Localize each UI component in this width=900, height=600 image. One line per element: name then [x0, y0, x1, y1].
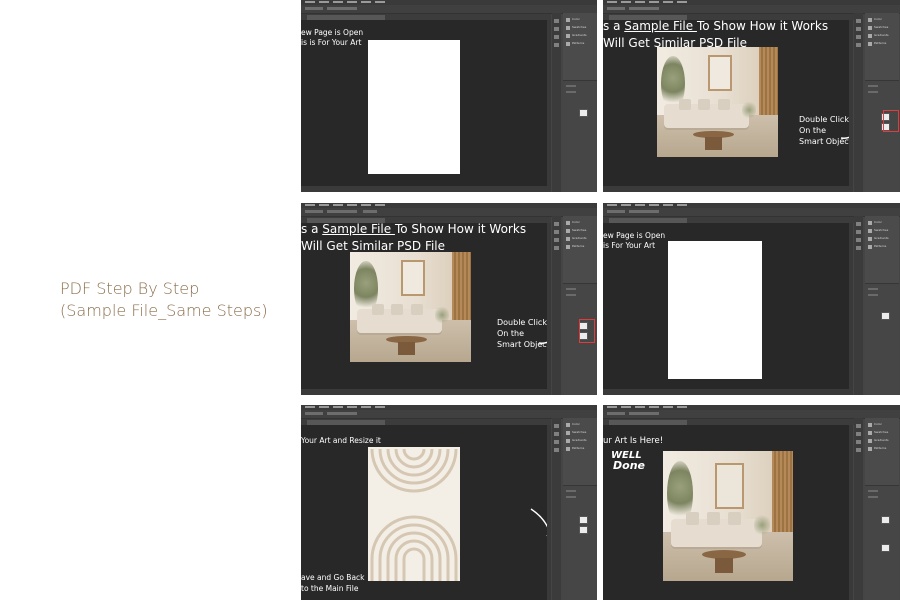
room-mockup-image[interactable]: [350, 252, 471, 362]
step-1-caption-2: is is For Your Art: [301, 38, 362, 47]
gradients-panel-icon: [566, 34, 570, 38]
step-2-heading-line-1: s a Sample File To Show How it Works: [603, 20, 829, 33]
swatches-panel-icon: [566, 26, 570, 30]
color-panel-icon: [566, 18, 570, 22]
page-title: PDF Step By Step (Sample File_Same Steps…: [60, 278, 290, 322]
color-panel-icon: [868, 221, 872, 225]
gradients-panel-icon: [868, 439, 872, 443]
step-4-caption-1: ew Page is Open: [603, 231, 666, 240]
step-4-screenshot: ew Page is Open is For Your Art Color Sw…: [603, 203, 900, 395]
patterns-panel-icon: [566, 42, 570, 46]
panel-icon-strip: [552, 13, 561, 192]
arch-art-image[interactable]: [368, 447, 460, 581]
status-bar: [301, 186, 551, 192]
blank-art-page: [368, 40, 460, 174]
patterns-panel-icon: [868, 447, 872, 451]
step-6-caption-top: ur Art Is Here!: [603, 436, 664, 446]
status-bar: [301, 389, 551, 395]
smart-object-highlight: [579, 319, 595, 343]
step-4-caption-2: is For Your Art: [603, 241, 656, 250]
panel-icon-strip: [854, 216, 863, 395]
step-5-caption-bottom-2: to the Main File: [301, 584, 359, 593]
layer-thumbnail[interactable]: [579, 516, 588, 524]
smart-object-highlight: [883, 110, 899, 132]
status-bar: [603, 186, 853, 192]
step-1-caption-1: ew Page is Open: [301, 28, 364, 37]
status-bar: [603, 389, 853, 395]
gradients-panel-icon: [868, 237, 872, 241]
gradients-panel-icon: [566, 439, 570, 443]
layer-thumbnail[interactable]: [579, 109, 588, 117]
swatches-panel-icon: [868, 26, 872, 30]
layers-panel: [865, 283, 899, 395]
vertical-scrollbar[interactable]: [547, 223, 551, 389]
canvas-area[interactable]: ur Art Is Here! WELL Done: [603, 425, 849, 600]
canvas-area[interactable]: ew Page is Open is is For Your Art: [301, 20, 547, 186]
room-mockup-image[interactable]: [657, 47, 778, 157]
canvas-area[interactable]: s a Sample File To Show How it Works Wil…: [301, 223, 547, 389]
swatches-panel-icon: [566, 229, 570, 233]
vertical-scrollbar[interactable]: [849, 425, 853, 600]
step-5-caption-top: Your Art and Resize it: [301, 436, 381, 445]
canvas-area[interactable]: ew Page is Open is For Your Art: [603, 223, 849, 389]
step-2-screenshot: s a Sample File To Show How it Works Wil…: [603, 0, 900, 192]
panel-icon-strip: [552, 216, 561, 395]
gradients-panel-icon: [868, 34, 872, 38]
curved-arrow-icon: [840, 136, 849, 139]
swatches-panel-icon: [868, 431, 872, 435]
layer-thumbnail[interactable]: [881, 516, 890, 524]
step-6-screenshot: ur Art Is Here! WELL Done Color Swatches…: [603, 405, 900, 600]
vertical-scrollbar[interactable]: [849, 223, 853, 389]
title-line-2: (Sample File_Same Steps): [60, 301, 268, 320]
layer-thumbnail[interactable]: [881, 312, 890, 320]
layer-thumbnail[interactable]: [579, 526, 588, 534]
gradients-panel-icon: [566, 237, 570, 241]
canvas-area[interactable]: s a Sample File To Show How it Works Wil…: [603, 20, 849, 186]
well-done-word-2: Done: [613, 459, 645, 472]
panel-icon-strip: [552, 418, 561, 600]
patterns-panel-icon: [566, 245, 570, 249]
color-panel-icon: [868, 18, 872, 22]
panel-icon-strip: [854, 13, 863, 192]
step-5-screenshot: Your Art and Resize it ave and Go Back t…: [301, 405, 597, 600]
layer-thumbnail[interactable]: [881, 544, 890, 552]
swatches-panel-icon: [566, 431, 570, 435]
panel-icon-strip: [854, 418, 863, 600]
color-panel-icon: [566, 423, 570, 427]
vertical-scrollbar[interactable]: [547, 425, 551, 600]
swatches-panel-icon: [868, 229, 872, 233]
vertical-scrollbar[interactable]: [547, 20, 551, 186]
step-5-caption-bottom-1: ave and Go Back: [301, 573, 365, 582]
well-done-badge: WELL Done: [611, 451, 645, 472]
step-1-screenshot: ew Page is Open is is For Your Art Color…: [301, 0, 597, 192]
color-panel-icon: [566, 221, 570, 225]
patterns-panel-icon: [566, 447, 570, 451]
canvas-area[interactable]: Your Art and Resize it ave and Go Back t…: [301, 425, 547, 600]
hint-on-the: On the: [497, 329, 525, 338]
layers-panel: [563, 80, 597, 192]
title-line-1: PDF Step By Step: [60, 279, 200, 298]
curved-arrow-icon: [538, 341, 547, 344]
curved-arrow-icon: [530, 508, 547, 537]
patterns-panel-icon: [868, 42, 872, 46]
sample-file-link[interactable]: Sample File: [624, 20, 697, 33]
step-3-heading-line-1: s a Sample File To Show How it Works: [301, 223, 527, 236]
blank-art-page: [668, 241, 762, 379]
sample-file-link[interactable]: Sample File: [322, 223, 395, 236]
color-panel-icon: [868, 423, 872, 427]
layers-panel: [865, 80, 899, 192]
room-mockup-with-art[interactable]: [663, 451, 793, 581]
layers-panel: [865, 485, 899, 600]
hint-on-the: On the: [799, 126, 827, 135]
vertical-scrollbar[interactable]: [849, 20, 853, 186]
layers-panel: [563, 485, 597, 600]
step-3-screenshot: s a Sample File To Show How it Works Wil…: [301, 203, 597, 395]
patterns-panel-icon: [868, 245, 872, 249]
